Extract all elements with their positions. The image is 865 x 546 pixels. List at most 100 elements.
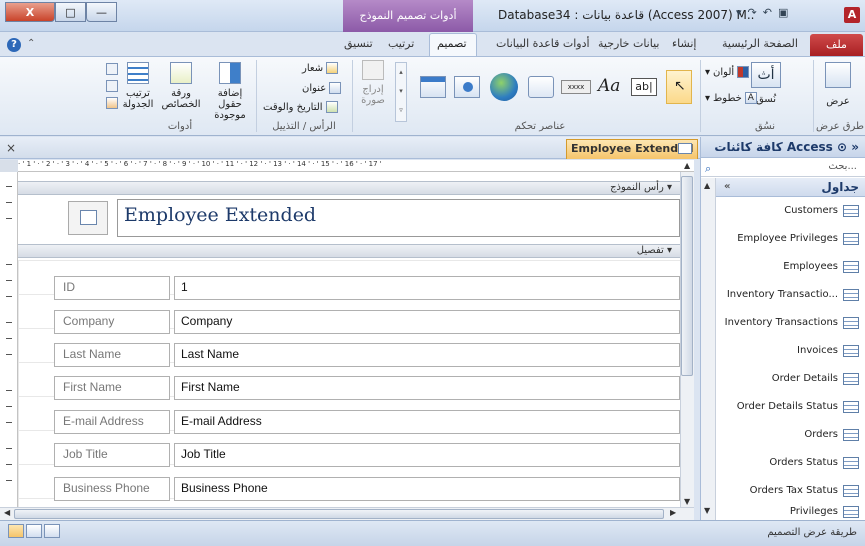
access-app-icon[interactable]: A — [844, 7, 860, 23]
tab-home[interactable]: الصفحة الرئيسية — [722, 37, 798, 50]
textbox-control-button[interactable]: ab| — [631, 78, 657, 96]
nav-item-table[interactable]: Inventory Transactio... — [716, 284, 865, 306]
nav-item-table[interactable]: Employees — [716, 256, 865, 278]
form-title-text: Employee Extended — [124, 204, 317, 226]
ruler-corner[interactable] — [0, 160, 18, 172]
fonts-button[interactable]: ▾ خطوط A — [705, 92, 757, 104]
tab-format[interactable]: تنسيق — [344, 37, 373, 50]
view-code-icon[interactable] — [106, 80, 118, 92]
field-textbox-id[interactable]: 1 — [174, 276, 680, 300]
logo-button[interactable]: شعار — [302, 62, 339, 74]
web-browser-control-button[interactable] — [454, 76, 480, 98]
table-icon — [843, 429, 859, 441]
add-existing-fields-button[interactable]: إضافة حقول موجودة — [205, 62, 255, 121]
shutter-bar-icon[interactable]: » — [851, 140, 859, 154]
help-icon[interactable]: ? — [7, 38, 21, 52]
nav-item-table[interactable]: Privileges — [716, 503, 865, 520]
date-time-label: التاريخ والوقت — [263, 101, 323, 113]
tab-order-icon — [127, 62, 149, 84]
nav-item-table[interactable]: Orders Status — [716, 452, 865, 474]
button-control-button[interactable]: xxxx — [561, 80, 591, 94]
design-view-icon[interactable] — [8, 524, 24, 538]
detail-section-bar[interactable]: تفصيل ▾ — [18, 244, 680, 258]
field-label-last-name[interactable]: Last Name — [54, 343, 170, 367]
colors-button[interactable]: ▾ ألوان — [705, 66, 750, 78]
close-window-button[interactable]: X — [5, 2, 55, 22]
label-icon: Aa — [598, 76, 621, 96]
view-button[interactable]: عرض — [820, 62, 856, 107]
nav-item-table[interactable]: Customers — [716, 200, 865, 222]
save-icon[interactable]: ▣ — [778, 6, 788, 19]
nav-group-tables[interactable]: جداول « — [716, 178, 865, 197]
tab-order-button[interactable]: ترتيب الجدولة — [118, 62, 158, 110]
search-icon[interactable]: ⌕ — [705, 162, 711, 176]
hyperlink-control-button[interactable] — [490, 73, 518, 101]
nav-item-table[interactable]: Invoices — [716, 340, 865, 362]
undo-icon[interactable]: ↶ — [763, 6, 772, 19]
field-textbox-business-phone[interactable]: Business Phone — [174, 477, 680, 501]
minimize-window-button[interactable]: — — [86, 2, 117, 22]
tab-external-data[interactable]: بيانات خارجية — [598, 37, 659, 50]
nav-item-table[interactable]: Inventory Transactions — [716, 312, 865, 334]
nav-scroll-up-icon[interactable]: ▲ — [704, 181, 710, 190]
field-textbox-first-name[interactable]: First Name — [174, 376, 680, 400]
select-tool-button[interactable]: ↖ — [666, 70, 692, 104]
minimize-ribbon-icon[interactable]: ⌃ — [27, 38, 35, 49]
field-label-first-name[interactable]: First Name — [54, 376, 170, 400]
tab-database-tools[interactable]: أدوات قاعدة البيانات — [496, 37, 590, 50]
nav-search-input[interactable]: بحث... — [701, 159, 865, 177]
field-textbox-email[interactable]: E-mail Address — [174, 410, 680, 434]
fonts-label: خطوط — [713, 92, 742, 104]
insert-image-button[interactable]: إدراج صورة — [356, 60, 390, 106]
nav-item-table[interactable]: Order Details — [716, 368, 865, 390]
nav-scroll-down-icon[interactable]: ▼ — [704, 506, 710, 515]
customize-qat-icon[interactable]: ▾ — [736, 6, 742, 19]
form-title-label[interactable]: Employee Extended — [117, 199, 680, 237]
tab-create[interactable]: إنشاء — [672, 37, 696, 50]
title-button[interactable]: عنوان — [302, 82, 342, 94]
tab-order-label: ترتيب الجدولة — [122, 88, 154, 110]
field-textbox-last-name[interactable]: Last Name — [174, 343, 680, 367]
tab-control-button[interactable] — [528, 76, 554, 98]
scroll-up-icon[interactable]: ▲ — [684, 161, 690, 170]
convert-macros-icon[interactable] — [106, 97, 118, 109]
tab-design[interactable]: تصميم — [437, 37, 467, 50]
field-label-business-phone[interactable]: Business Phone — [54, 477, 170, 501]
pointer-icon: ↖ — [674, 78, 686, 94]
table-icon — [843, 205, 859, 217]
scroll-right-icon[interactable]: ▶ — [670, 508, 676, 517]
property-sheet-button[interactable]: ورقة الخصائص — [160, 62, 202, 110]
label-control-button[interactable]: Aa — [598, 76, 626, 98]
nav-item-table[interactable]: Orders Tax Status — [716, 480, 865, 502]
tab-file[interactable]: ملف — [810, 34, 863, 56]
horizontal-scroll-thumb[interactable] — [14, 509, 664, 519]
field-label-email[interactable]: E-mail Address — [54, 410, 170, 434]
nav-item-table[interactable]: Orders — [716, 424, 865, 446]
vertical-scroll-thumb[interactable] — [681, 176, 693, 376]
collapse-group-icon[interactable]: « — [724, 181, 730, 192]
navigation-control-button[interactable] — [420, 76, 446, 98]
layout-view-icon[interactable] — [26, 524, 42, 538]
form-view-icon[interactable] — [44, 524, 60, 538]
redo-icon[interactable]: ↷ — [748, 6, 757, 19]
field-label-job-title[interactable]: Job Title — [54, 443, 170, 467]
form-header-section-bar[interactable]: رأس النموذج ▾ — [18, 181, 680, 195]
nav-item-table[interactable]: Order Details Status — [716, 396, 865, 418]
field-label-id[interactable]: ID — [54, 276, 170, 300]
scroll-down-icon[interactable]: ▼ — [684, 497, 690, 506]
status-bar — [0, 520, 865, 546]
subform-icon[interactable] — [106, 63, 118, 75]
navigation-pane-header[interactable]: كافة كائنات Access ⊙ » — [701, 137, 865, 158]
date-time-button[interactable]: التاريخ والوقت — [263, 101, 338, 113]
nav-vertical-scrollbar[interactable] — [701, 178, 716, 520]
tab-arrange[interactable]: ترتيب — [388, 37, 414, 50]
nav-item-table[interactable]: Employee Privileges — [716, 228, 865, 250]
field-textbox-company[interactable]: Company — [174, 310, 680, 334]
maximize-window-button[interactable]: □ — [55, 2, 86, 22]
scroll-left-icon[interactable]: ◀ — [4, 508, 10, 517]
field-textbox-job-title[interactable]: Job Title — [174, 443, 680, 467]
close-document-icon[interactable]: × — [6, 141, 16, 155]
field-label-company[interactable]: Company — [54, 310, 170, 334]
nav-menu-chevron-icon[interactable]: ⊙ — [837, 140, 847, 154]
controls-gallery-scroll[interactable]: ▴ ▾ ▿ — [395, 62, 407, 122]
